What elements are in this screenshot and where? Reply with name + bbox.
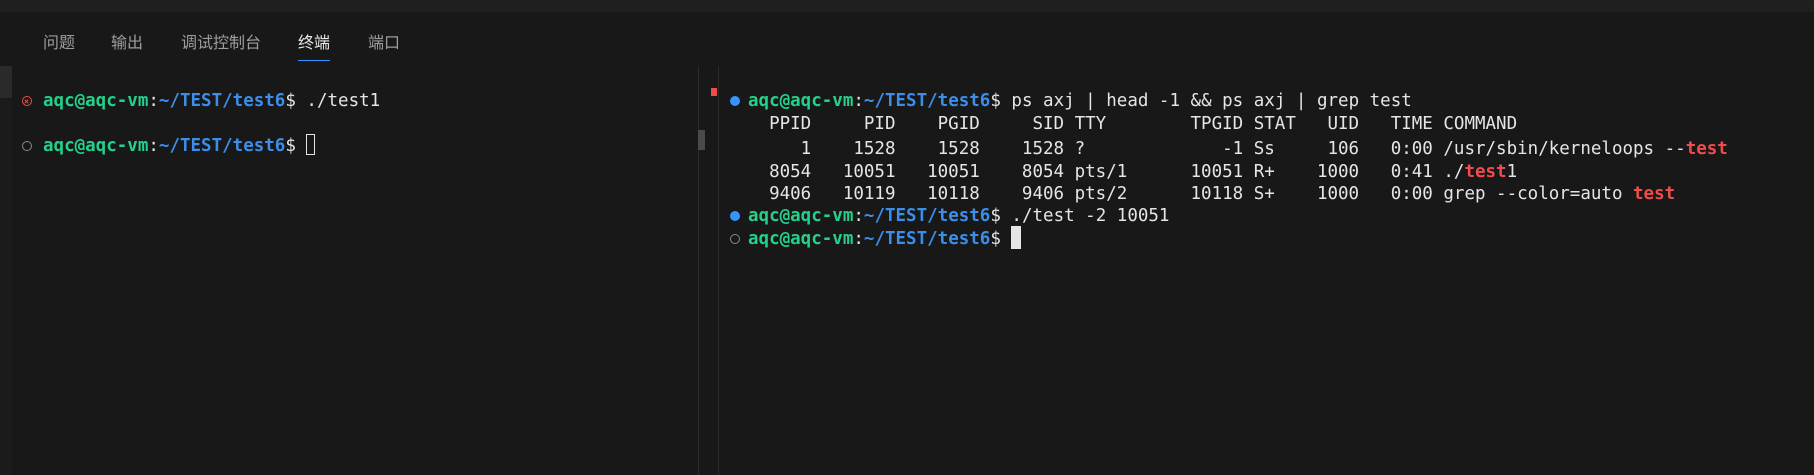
terminal-left[interactable]: aqc@aqc-vm:~/TEST/test6$ ./test1 aqc@aqc… — [12, 66, 698, 475]
tab-problems[interactable]: 问题 — [43, 29, 75, 53]
hollow-circle-icon[interactable] — [22, 141, 32, 151]
scrollbar-thumb[interactable] — [698, 130, 705, 150]
command-text: ./test -2 10051 — [1011, 206, 1170, 226]
scrollbar-track — [718, 66, 719, 475]
split-divider[interactable] — [698, 66, 720, 475]
tab-terminal[interactable]: 终端 — [298, 29, 331, 61]
error-icon[interactable] — [22, 96, 32, 106]
gutter-mark — [0, 66, 12, 98]
terminal-line: aqc@aqc-vm:~/TEST/test6$ — [730, 226, 1022, 252]
ps-header: PPID PID PGID SID TTY TPGID STAT UID TIM… — [748, 114, 1518, 134]
terminal-line: aqc@aqc-vm:~/TEST/test6$ — [22, 133, 316, 159]
tab-debug-console[interactable]: 调试控制台 — [181, 29, 261, 53]
terminal-right[interactable]: aqc@aqc-vm:~/TEST/test6$ ps axj | head -… — [720, 66, 1814, 475]
panel-tab-bar: 问题 输出 调试控制台 终端 端口 — [0, 12, 1814, 66]
filled-circle-icon[interactable] — [730, 211, 740, 221]
tab-output[interactable]: 输出 — [111, 29, 143, 53]
terminal-line: aqc@aqc-vm:~/TEST/test6$ ./test1 — [22, 88, 380, 114]
left-gutter — [0, 66, 12, 475]
cursor — [306, 134, 316, 155]
cursor — [1011, 226, 1022, 249]
filled-circle-icon[interactable] — [730, 96, 740, 106]
command-text: ps axj | head -1 && ps axj | grep test — [1011, 91, 1412, 111]
error-marker — [711, 88, 717, 96]
hollow-circle-icon[interactable] — [730, 234, 740, 244]
tab-ports[interactable]: 端口 — [368, 29, 400, 53]
split-line — [698, 66, 699, 475]
command-text: ./test1 — [306, 91, 381, 111]
